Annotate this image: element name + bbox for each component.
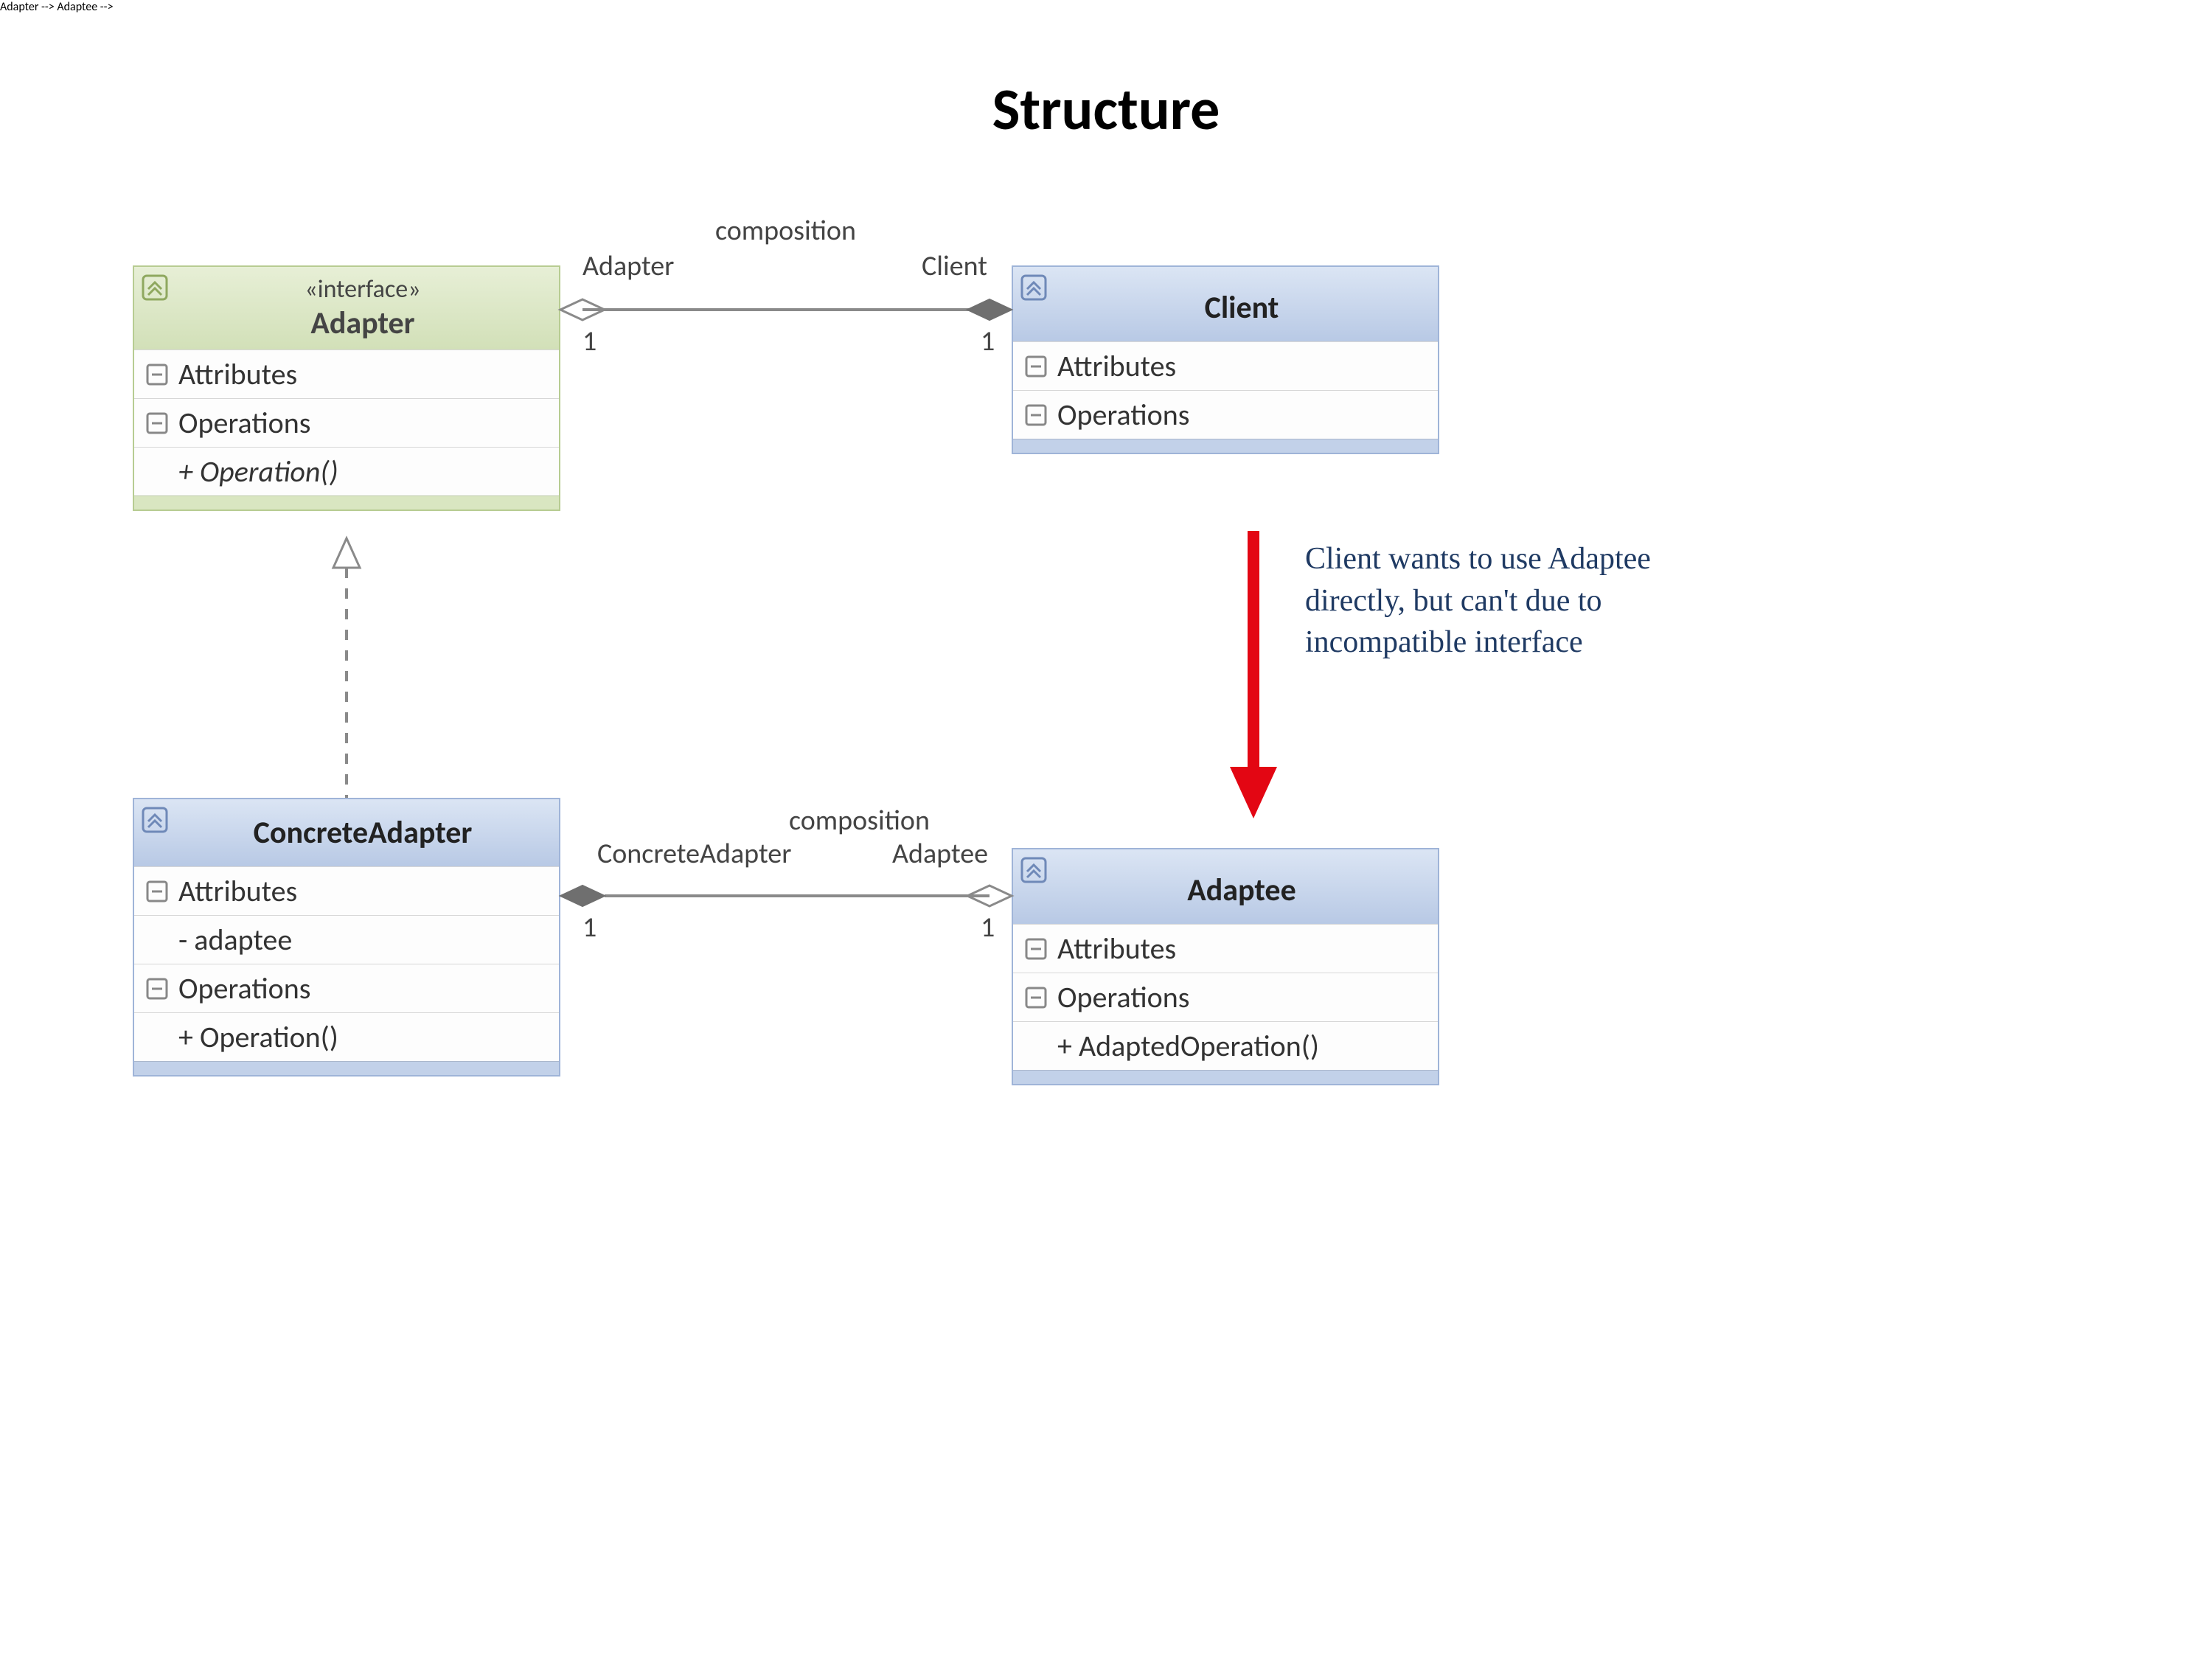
section-label: Attributes bbox=[178, 873, 552, 909]
section-label: Attributes bbox=[1057, 931, 1430, 967]
class-name-label: Adaptee bbox=[1057, 857, 1426, 917]
connector-concrete-adaptee bbox=[560, 866, 1012, 925]
expand-icon bbox=[146, 412, 168, 434]
section-operations: Operations bbox=[1013, 390, 1438, 439]
expand-icon bbox=[1025, 938, 1047, 960]
expand-icon bbox=[1025, 987, 1047, 1009]
operation-item: + AdaptedOperation() bbox=[1013, 1021, 1438, 1070]
stereotype-label: «interface» bbox=[178, 274, 547, 305]
class-name-label: Client bbox=[1057, 274, 1426, 334]
section-operations: Operations bbox=[1013, 973, 1438, 1021]
class-name-label: Adapter bbox=[178, 305, 547, 342]
assoc-label: composition bbox=[715, 214, 856, 248]
mult-concrete: 1 bbox=[582, 911, 597, 945]
section-operations: Operations bbox=[134, 398, 559, 447]
page-title: Structure bbox=[0, 74, 2212, 145]
expand-icon bbox=[146, 364, 168, 386]
expand-icon bbox=[146, 978, 168, 1000]
collapse-icon bbox=[142, 274, 168, 301]
collapse-icon bbox=[1020, 274, 1047, 301]
role-adapter: Adapter bbox=[582, 249, 674, 283]
section-attributes: Attributes bbox=[134, 866, 559, 915]
connector-realization bbox=[324, 538, 369, 804]
collapse-icon bbox=[1020, 857, 1047, 883]
class-footer bbox=[134, 495, 559, 509]
class-client: Client Attributes Operations bbox=[1012, 265, 1439, 454]
problem-arrow-icon bbox=[1224, 531, 1283, 818]
operation-label: + Operation() bbox=[178, 453, 552, 490]
section-label: Attributes bbox=[178, 356, 552, 392]
section-attributes: Attributes bbox=[1013, 924, 1438, 973]
operation-item: + Operation() bbox=[134, 1012, 559, 1061]
section-label: Operations bbox=[1057, 979, 1430, 1015]
class-adaptee: Adaptee Attributes Operations + AdaptedO… bbox=[1012, 848, 1439, 1085]
operation-item: + Operation() bbox=[134, 447, 559, 495]
expand-icon bbox=[1025, 404, 1047, 426]
attribute-label: - adaptee bbox=[178, 922, 552, 958]
role-concrete: ConcreteAdapter bbox=[597, 837, 791, 871]
class-footer bbox=[134, 1061, 559, 1075]
section-label: Operations bbox=[178, 970, 552, 1006]
section-attributes: Attributes bbox=[134, 349, 559, 398]
class-client-title: Client bbox=[1013, 267, 1438, 341]
assoc-label: composition bbox=[789, 804, 930, 838]
operation-label: + Operation() bbox=[178, 1019, 552, 1055]
connector-client-adapter bbox=[560, 280, 1012, 339]
class-footer bbox=[1013, 439, 1438, 453]
operation-label: + AdaptedOperation() bbox=[1057, 1028, 1430, 1064]
role-client: Client bbox=[922, 249, 987, 283]
section-attributes: Attributes bbox=[1013, 341, 1438, 390]
class-footer bbox=[1013, 1070, 1438, 1084]
class-name-label: ConcreteAdapter bbox=[178, 807, 547, 859]
role-adaptee: Adaptee bbox=[892, 837, 988, 871]
expand-icon bbox=[1025, 355, 1047, 378]
mult-adapter: 1 bbox=[582, 324, 597, 358]
attribute-item: - adaptee bbox=[134, 915, 559, 964]
class-adapter: «interface» Adapter Attributes Operation… bbox=[133, 265, 560, 511]
section-label: Operations bbox=[178, 405, 552, 441]
mult-adaptee: 1 bbox=[981, 911, 995, 945]
section-label: Attributes bbox=[1057, 348, 1430, 384]
section-operations: Operations bbox=[134, 964, 559, 1012]
class-concrete-adapter-title: ConcreteAdapter bbox=[134, 799, 559, 866]
class-adapter-title: «interface» Adapter bbox=[134, 267, 559, 349]
class-concrete-adapter: ConcreteAdapter Attributes - adaptee Ope… bbox=[133, 798, 560, 1077]
class-adaptee-title: Adaptee bbox=[1013, 849, 1438, 924]
collapse-icon bbox=[142, 807, 168, 833]
expand-icon bbox=[146, 880, 168, 902]
annotation-note: Client wants to use Adaptee directly, bu… bbox=[1305, 538, 1718, 664]
section-label: Operations bbox=[1057, 397, 1430, 433]
mult-client: 1 bbox=[981, 324, 995, 358]
